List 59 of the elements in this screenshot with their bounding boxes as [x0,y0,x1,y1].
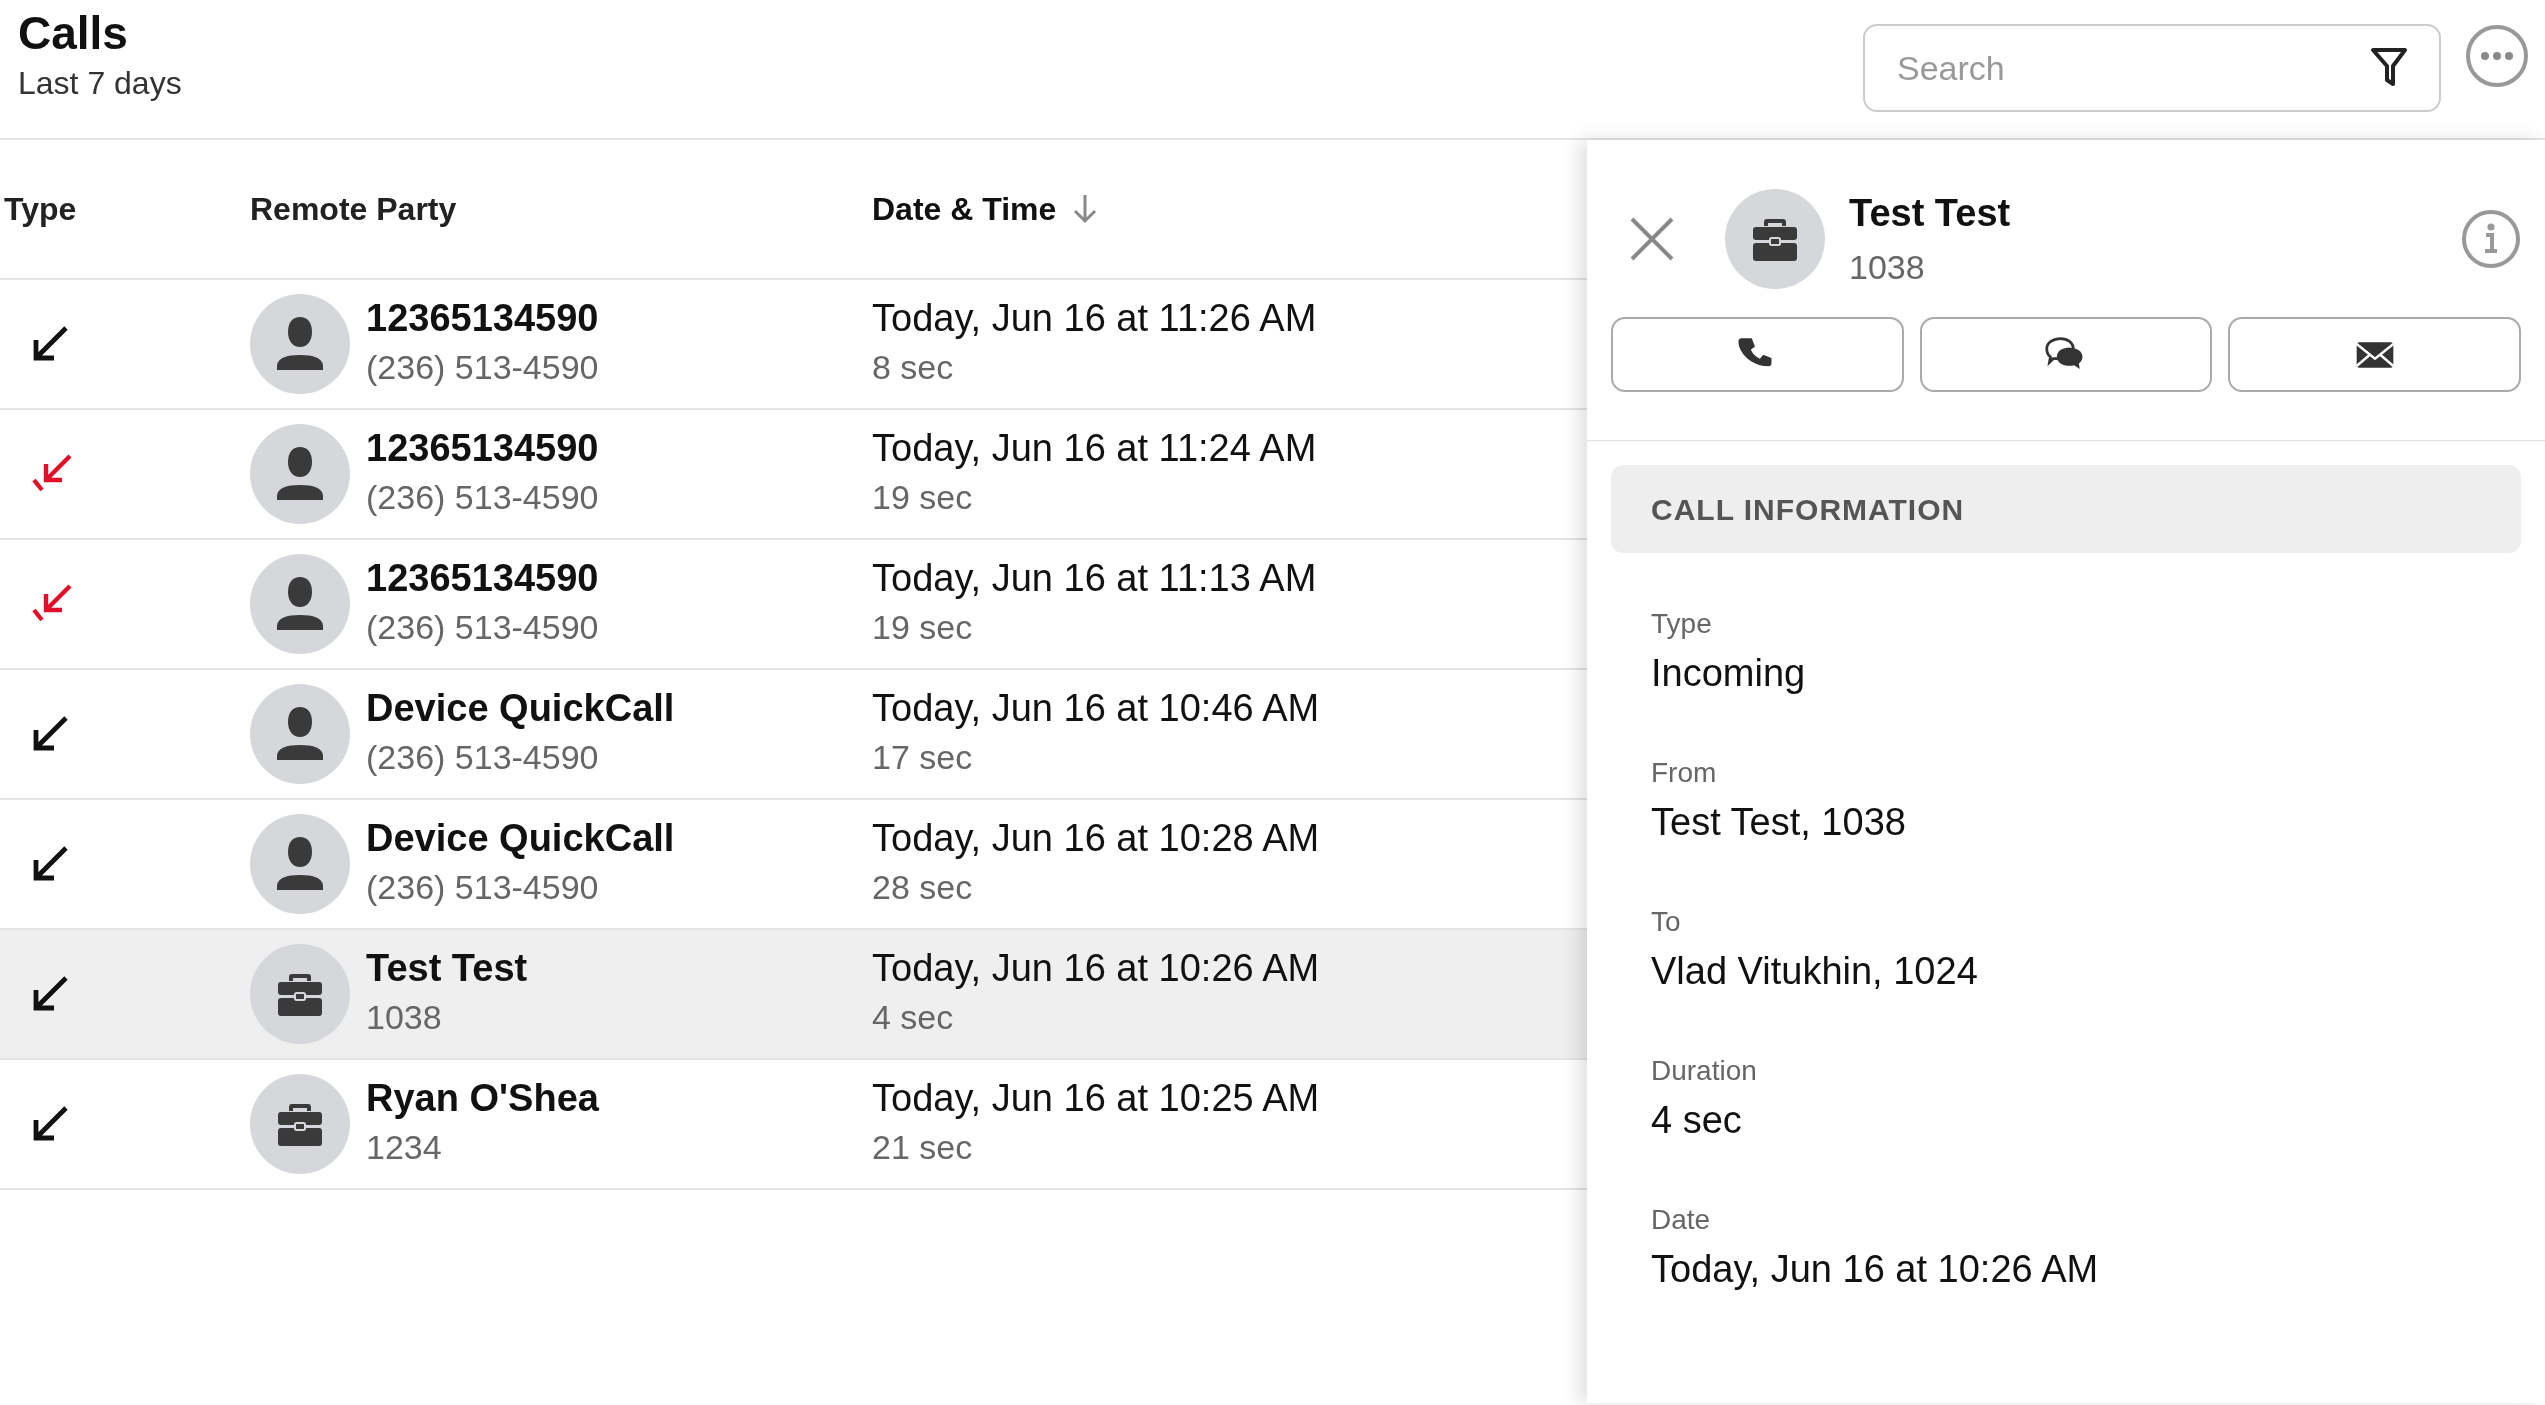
chat-button[interactable] [1919,317,2213,392]
call-row[interactable]: Device QuickCall (236) 513-4590 Today, Jun 16 at 10:46 AM 17 sec [0,670,1587,800]
field-value: Test Test, 1038 [1651,800,1907,845]
contact-name: 12365134590 [366,555,599,601]
column-header[interactable]: Remote Party [250,185,457,233]
phone-number: 1038 [366,997,443,1039]
field-value: Incoming [1651,651,1807,696]
contact-name: 12365134590 [366,295,599,341]
email-button[interactable] [2228,317,2521,392]
section-header: CALL INFORMATION [1611,465,2521,553]
call-duration: 21 sec [872,1127,974,1169]
call-duration: 8 sec [872,347,955,389]
phone-number: (236) 513-4590 [366,737,600,779]
field-value: Vlad Vitukhin, 1024 [1651,949,1979,994]
page-subtitle: Last 7 days [18,63,182,103]
contact-name: Device QuickCall [366,815,675,861]
more-options-icon[interactable] [2465,24,2529,88]
phone-number: (236) 513-4590 [366,347,599,389]
field-label: Type [1651,607,1713,641]
call-date-time: Today, Jun 16 at 11:13 AM [872,555,1318,601]
call-duration: 19 sec [872,477,974,519]
field-value: Today, Jun 16 at 10:26 AM [1651,1247,2100,1292]
call-row[interactable]: Ryan O'Shea 1234 Today, Jun 16 at 10:25 AM 21 sec [0,1060,1587,1190]
call-date-time: Today, Jun 16 at 11:26 AM [872,295,1318,341]
call-row[interactable]: 12365134590 (236) 513-4590 Today, Jun 16 at 11:26 AM 8 sec [0,280,1587,410]
phone-number: (236) 513-4590 [366,867,600,909]
contact-name: Ryan O'Shea [366,1075,599,1121]
call-duration: 17 sec [872,737,974,779]
contact-extension: 1038 [1849,247,1926,288]
field-label: Date [1651,1203,1712,1237]
contact-name: Test Test [366,945,528,991]
call-duration: 28 sec [872,867,974,909]
column-header[interactable]: Date & Time [872,185,1057,233]
field-label: Duration [1651,1054,1758,1088]
sort-down-arrow-icon[interactable] [1072,193,1099,225]
phone-number: (236) 513-4590 [366,477,599,519]
phone-number: (236) 513-4590 [366,607,599,649]
call-date-time: Today, Jun 16 at 10:25 AM [872,1075,1321,1121]
field-label: To [1651,905,1682,939]
column-header[interactable]: Type [4,185,77,233]
search-field[interactable]: Search [1863,24,2441,112]
info-icon[interactable] [2461,209,2521,269]
call-date-time: Today, Jun 16 at 10:46 AM [872,685,1321,731]
contact-name: Test Test [1849,191,2012,236]
call-date-time: Today, Jun 16 at 11:24 AM [872,425,1318,471]
page-title: Calls [18,8,129,59]
call-row[interactable]: Test Test 1038 Today, Jun 16 at 10:26 AM 4 sec [0,930,1587,1060]
call-duration: 4 sec [872,997,955,1039]
call-duration: 19 sec [872,607,974,649]
call-row[interactable]: 12365134590 (236) 513-4590 Today, Jun 16 at 11:13 AM 19 sec [0,540,1587,670]
contact-name: 12365134590 [366,425,599,471]
contact-name: Device QuickCall [366,685,675,731]
call-button[interactable] [1611,317,1904,392]
field-label: From [1651,756,1718,790]
call-date-time: Today, Jun 16 at 10:26 AM [872,945,1321,991]
phone-number: 1234 [366,1127,443,1169]
call-date-time: Today, Jun 16 at 10:28 AM [872,815,1321,861]
field-value: 4 sec [1651,1098,1743,1143]
call-row[interactable]: 12365134590 (236) 513-4590 Today, Jun 16 at 11:24 AM 19 sec [0,410,1587,540]
